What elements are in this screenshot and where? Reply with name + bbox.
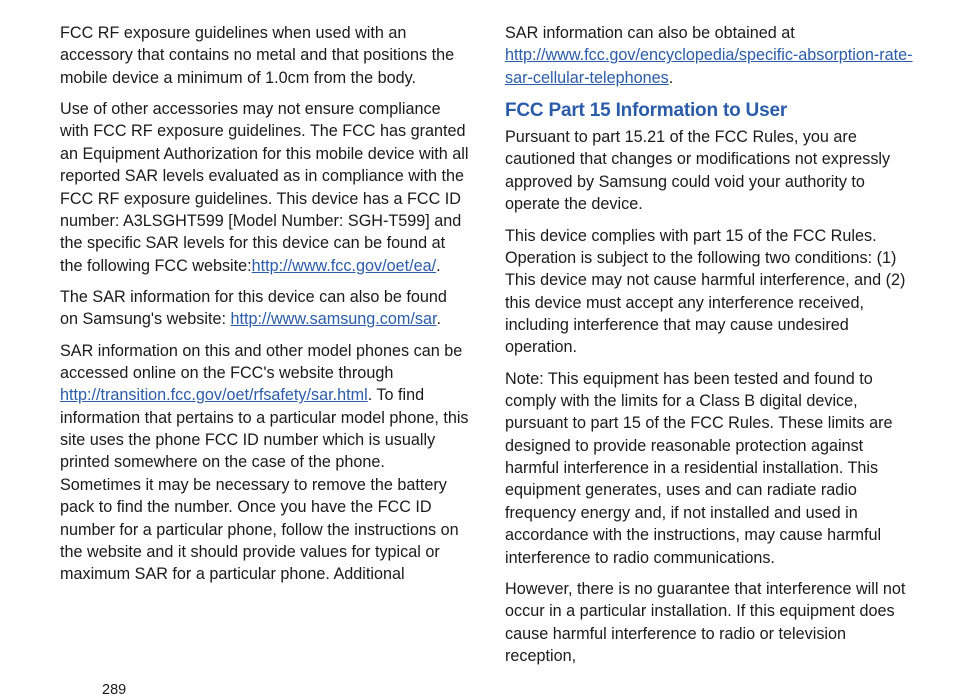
text-segment: Use of other accessories may not ensure … bbox=[60, 100, 469, 275]
link-fcc-rfsafety[interactable]: http://transition.fcc.gov/oet/rfsafety/s… bbox=[60, 386, 368, 404]
link-samsung-sar[interactable]: http://www.samsung.com/sar bbox=[230, 310, 436, 328]
text-segment: SAR information can also be obtained at bbox=[505, 24, 795, 42]
paragraph-left-1: FCC RF exposure guidelines when used wit… bbox=[60, 22, 469, 89]
heading-fcc-part-15: FCC Part 15 Information to User bbox=[505, 100, 914, 122]
page-number: 289 bbox=[102, 682, 914, 698]
paragraph-right-2: Pursuant to part 15.21 of the FCC Rules,… bbox=[505, 126, 914, 215]
document-content: FCC RF exposure guidelines when used wit… bbox=[60, 22, 914, 676]
paragraph-right-1: SAR information can also be obtained at … bbox=[505, 22, 914, 89]
text-segment: . bbox=[669, 69, 674, 87]
text-segment: . bbox=[436, 310, 441, 328]
right-column: SAR information can also be obtained at … bbox=[505, 22, 914, 676]
paragraph-right-4: Note: This equipment has been tested and… bbox=[505, 368, 914, 569]
link-fcc-oet[interactable]: http://www.fcc.gov/oet/ea/ bbox=[252, 257, 436, 275]
link-fcc-encyclopedia[interactable]: http://www.fcc.gov/encyclopedia/specific… bbox=[505, 46, 913, 86]
paragraph-right-3: This device complies with part 15 of the… bbox=[505, 225, 914, 359]
text-segment: . bbox=[436, 257, 441, 275]
left-column: FCC RF exposure guidelines when used wit… bbox=[60, 22, 469, 676]
paragraph-left-2: Use of other accessories may not ensure … bbox=[60, 98, 469, 277]
text-segment: . To find information that pertains to a… bbox=[60, 386, 469, 583]
paragraph-left-3: The SAR information for this device can … bbox=[60, 286, 469, 331]
paragraph-right-5: However, there is no guarantee that inte… bbox=[505, 578, 914, 667]
paragraph-left-4: SAR information on this and other model … bbox=[60, 340, 469, 586]
text-segment: SAR information on this and other model … bbox=[60, 342, 462, 382]
